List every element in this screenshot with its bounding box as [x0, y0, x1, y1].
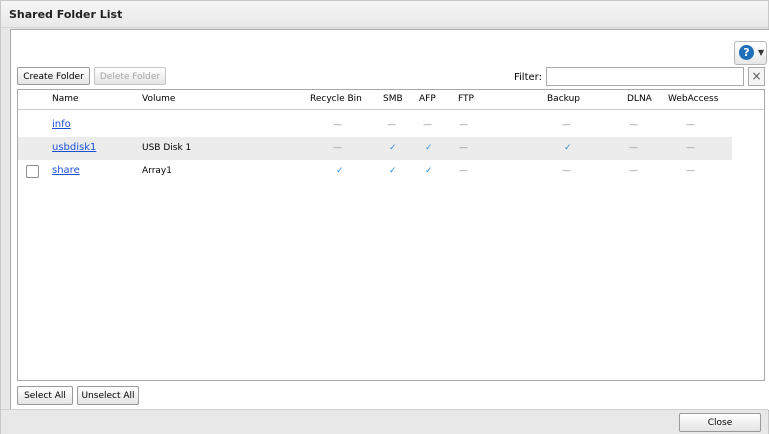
column-recycle-bin[interactable]: Recycle Bin: [310, 94, 362, 104]
dialog-title: Shared Folder List: [9, 8, 123, 21]
webaccess-cell: —: [686, 166, 695, 176]
delete-folder-button[interactable]: Delete Folder: [94, 67, 166, 85]
dlna-cell: —: [629, 166, 638, 176]
filter-input[interactable]: [546, 67, 744, 86]
backup-check-icon: ✓: [564, 143, 572, 153]
afp-check-icon: ✓: [425, 143, 433, 153]
table-row[interactable]: usbdisk1 USB Disk 1 — ✓ ✓ — ✓ — —: [18, 137, 732, 160]
smb-cell: —: [387, 120, 396, 130]
backup-cell: —: [562, 166, 571, 176]
help-menu-button[interactable]: ? ▼: [734, 41, 767, 65]
smb-check-icon: ✓: [389, 166, 397, 176]
shared-folder-list-dialog: Shared Folder List ? ▼ Create Folder Del…: [0, 0, 769, 434]
volume-cell: USB Disk 1: [142, 143, 192, 153]
column-volume[interactable]: Volume: [142, 94, 175, 104]
column-name[interactable]: Name: [52, 94, 79, 104]
clear-filter-button[interactable]: ×: [748, 67, 765, 86]
recycle-bin-cell: —: [333, 120, 342, 130]
column-dlna[interactable]: DLNA: [627, 94, 652, 104]
dialog-title-bar: Shared Folder List: [1, 1, 768, 28]
question-circle-icon: ?: [739, 45, 754, 60]
close-button[interactable]: Close: [679, 413, 761, 432]
webaccess-cell: —: [686, 143, 695, 153]
dlna-cell: —: [629, 120, 638, 130]
row-checkbox[interactable]: [26, 165, 39, 178]
folder-link-info[interactable]: info: [52, 119, 71, 130]
table-header: Name Volume Recycle Bin SMB AFP FTP Back…: [18, 90, 764, 110]
column-webaccess[interactable]: WebAccess: [668, 94, 718, 104]
volume-cell: Array1: [142, 166, 172, 176]
ftp-cell: —: [459, 143, 468, 153]
create-folder-button[interactable]: Create Folder: [17, 67, 90, 85]
dlna-cell: —: [629, 143, 638, 153]
afp-check-icon: ✓: [425, 166, 433, 176]
table-row[interactable]: share Array1 ✓ ✓ ✓ — — — —: [18, 160, 732, 183]
column-smb[interactable]: SMB: [383, 94, 403, 104]
chevron-down-icon: ▼: [758, 48, 765, 57]
backup-cell: —: [562, 120, 571, 130]
afp-cell: —: [423, 120, 432, 130]
filter-label: Filter:: [514, 72, 542, 83]
table-row[interactable]: info — — — — — — —: [18, 114, 732, 137]
folder-link-usbdisk1[interactable]: usbdisk1: [52, 142, 96, 153]
shared-folder-table: Name Volume Recycle Bin SMB AFP FTP Back…: [17, 89, 765, 381]
webaccess-cell: —: [686, 120, 695, 130]
column-ftp[interactable]: FTP: [458, 94, 474, 104]
recycle-bin-check-icon: ✓: [336, 166, 344, 176]
column-backup[interactable]: Backup: [547, 94, 580, 104]
unselect-all-button[interactable]: Unselect All: [77, 386, 139, 405]
folder-link-share[interactable]: share: [52, 165, 80, 176]
recycle-bin-cell: —: [333, 143, 342, 153]
smb-check-icon: ✓: [389, 143, 397, 153]
ftp-cell: —: [459, 120, 468, 130]
column-afp[interactable]: AFP: [419, 94, 436, 104]
dialog-footer: Close: [1, 409, 768, 434]
select-all-button[interactable]: Select All: [17, 386, 73, 405]
ftp-cell: —: [459, 166, 468, 176]
